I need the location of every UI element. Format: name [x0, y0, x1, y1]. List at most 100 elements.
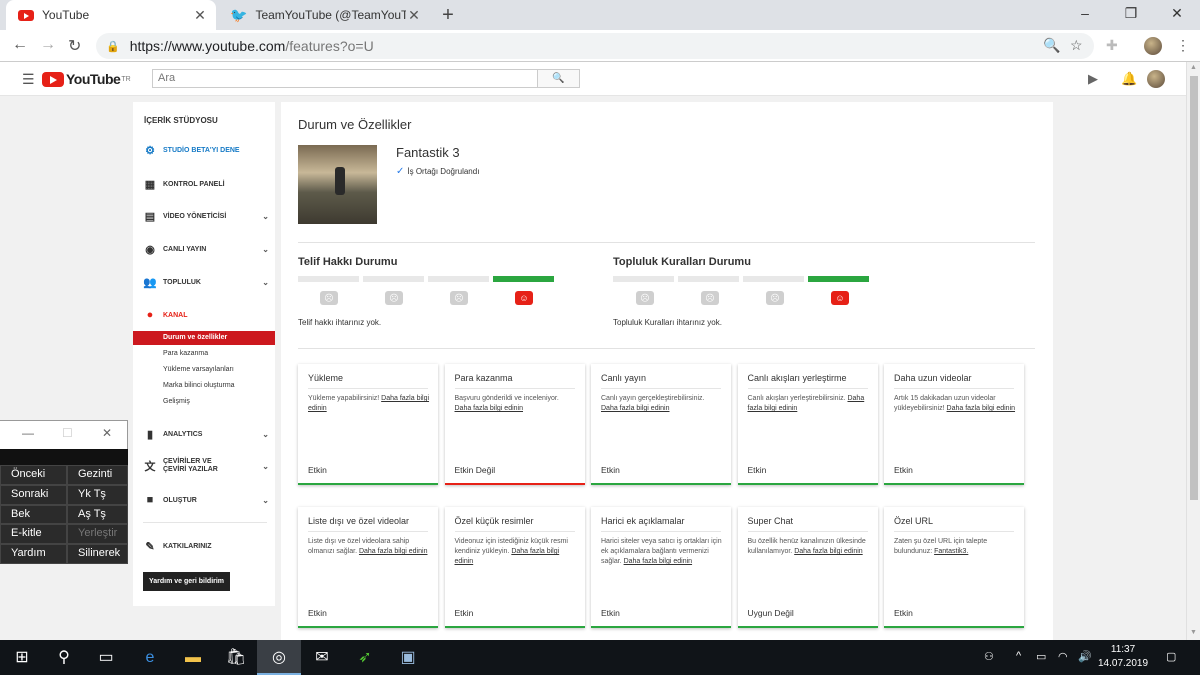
sidebar-item-contributions[interactable]: ✎ KATKILARINIZ	[143, 540, 269, 553]
command-button[interactable]: Gezinti	[67, 465, 128, 485]
sidebar-item-live[interactable]: ◉ CANLI YAYIN ⌄	[143, 243, 269, 256]
command-button[interactable]: Bek	[0, 504, 67, 525]
close-icon[interactable]: ✕	[102, 426, 112, 440]
windows-start-icon[interactable]: ⊞	[0, 640, 44, 675]
minimize-icon[interactable]: –	[1062, 0, 1108, 30]
reload-icon[interactable]: ↻	[68, 36, 81, 56]
browser-toolbar: ← → ↻ 🔒 https://www.youtube.com/features…	[0, 30, 1200, 62]
sidebar-sub-upload-defaults[interactable]: Yükleme varsayılanları	[133, 363, 275, 377]
command-button[interactable]: Aş Tş	[67, 504, 128, 525]
happy-face-icon: ☺	[831, 291, 849, 305]
scrollbar-thumb[interactable]	[1190, 76, 1198, 500]
sidebar-item-community[interactable]: 👥 TOPLULUK ⌄	[143, 276, 269, 289]
profile-avatar[interactable]	[1144, 37, 1162, 55]
page-scrollbar[interactable]: ▲ ▼	[1186, 62, 1200, 640]
bookmark-star-icon[interactable]: ☆	[1070, 37, 1083, 54]
command-button[interactable]: Önceki	[0, 465, 67, 485]
address-bar[interactable]: 🔒 https://www.youtube.com/features?o=U	[96, 33, 1094, 59]
divider	[298, 348, 1035, 349]
learn-more-link[interactable]: Daha fazla bilgi edinin	[601, 405, 670, 412]
channel-thumbnail[interactable]	[298, 145, 377, 224]
desktop-app-icon[interactable]: ▣	[386, 640, 430, 675]
search-button[interactable]: 🔍	[537, 69, 580, 88]
hamburger-menu-icon[interactable]: ☰	[22, 71, 35, 88]
command-button[interactable]: E-kitle	[0, 524, 67, 545]
maximize-icon[interactable]: ☐	[62, 426, 73, 440]
command-button[interactable]: Sonraki	[0, 484, 67, 505]
card-status: Etkin	[601, 465, 620, 475]
card-title: Yükleme	[308, 373, 344, 383]
tab-close-icon[interactable]: ✕	[406, 7, 422, 24]
help-feedback-button[interactable]: Yardım ve geri bildirim	[143, 572, 230, 591]
back-icon[interactable]: ←	[12, 36, 28, 54]
browser-tab-youtube[interactable]: YouTube ✕	[6, 0, 216, 30]
sidebar-sub-branding[interactable]: Marka bilinci oluşturma	[133, 379, 275, 393]
search-icon[interactable]: ⚲	[42, 640, 86, 675]
learn-more-link[interactable]: Daha fazla bilgi edinin	[624, 558, 693, 565]
sidebar-item-translations[interactable]: 文 ÇEVİRİLER VE ÇEVİRİ YAZILAR ⌄	[143, 458, 270, 474]
notifications-icon[interactable]: ▢	[1166, 650, 1176, 663]
learn-more-link[interactable]: Daha fazla bilgi edinin	[359, 548, 428, 555]
forward-icon[interactable]: →	[40, 36, 56, 54]
sidebar-item-studio-beta[interactable]: ⚙ STUDİO BETA'YI DENE	[143, 144, 269, 157]
mail-icon[interactable]: ✉	[300, 640, 344, 675]
system-clock[interactable]: 11:37 14.07.2019	[1098, 643, 1148, 671]
sidebar-sub-status[interactable]: Durum ve özellikler	[133, 331, 275, 345]
sidebar-item-channel[interactable]: ● KANAL	[143, 309, 269, 321]
sidebar-item-video-manager[interactable]: ▤ VİDEO YÖNETİCİSİ ⌄	[143, 210, 269, 223]
sidebar-item-dashboard[interactable]: ▦ KONTROL PANELİ	[143, 178, 269, 191]
sidebar-sub-monetization[interactable]: Para kazanma	[133, 347, 275, 361]
notifications-bell-icon[interactable]: 🔔	[1121, 71, 1137, 87]
new-tab-button[interactable]: +	[438, 4, 458, 27]
close-window-icon[interactable]: ✕	[1154, 0, 1200, 30]
command-button[interactable]: Silinerek	[67, 544, 128, 564]
task-view-icon[interactable]: ▭	[84, 640, 128, 675]
copyright-note: Telif hakkı ihtarınız yok.	[298, 318, 382, 327]
copyright-faces: ☹ ☹ ☹ ☺	[320, 291, 580, 305]
learn-more-link[interactable]: Daha fazla bilgi edinin	[794, 548, 863, 555]
search-input[interactable]: Ara	[152, 69, 538, 88]
sidebar-item-analytics[interactable]: ▮ ANALYTICS ⌄	[143, 428, 269, 441]
card-status: Etkin	[894, 608, 913, 618]
upload-video-icon[interactable]: ▶	[1088, 71, 1098, 87]
menu-dots-icon[interactable]: ⋮	[1176, 37, 1190, 54]
scroll-up-icon[interactable]: ▲	[1190, 64, 1197, 71]
dashboard-icon: ▦	[144, 179, 156, 191]
chevron-down-icon: ⌄	[262, 212, 269, 221]
chrome-icon[interactable]: ◎	[257, 640, 301, 675]
sidebar-item-create[interactable]: ■ OLUŞTUR ⌄	[143, 494, 269, 506]
sad-face-icon: ☹	[636, 291, 654, 305]
zoom-icon[interactable]: 🔍	[1043, 37, 1060, 54]
tab-title: TeamYouTube (@TeamYouTube) |	[255, 8, 406, 22]
learn-more-link[interactable]: Daha fazla bilgi edinin	[947, 405, 1016, 412]
store-icon[interactable]: 🛍	[214, 640, 258, 675]
sidebar-sub-advanced[interactable]: Gelişmiş	[133, 395, 275, 409]
sad-face-icon: ☹	[701, 291, 719, 305]
logo-text: YouTube	[66, 71, 121, 87]
card-title: Liste dışı ve özel videolar	[308, 516, 410, 526]
command-button[interactable]: Yardım	[0, 544, 67, 564]
tab-close-icon[interactable]: ✕	[192, 7, 208, 24]
chevron-up-icon[interactable]: ^	[1016, 650, 1021, 662]
file-explorer-icon[interactable]: ▬	[171, 640, 215, 675]
restore-icon[interactable]: ❐	[1108, 0, 1154, 30]
scroll-down-icon[interactable]: ▼	[1190, 629, 1197, 636]
page-title: Durum ve Özellikler	[298, 117, 412, 132]
volume-icon[interactable]: 🔊	[1078, 650, 1092, 663]
sad-face-icon: ☹	[766, 291, 784, 305]
battery-icon[interactable]: ▭	[1036, 650, 1046, 663]
youtube-logo[interactable]: YouTube TR	[42, 71, 131, 87]
app-icon[interactable]: ➶	[343, 640, 387, 675]
wifi-icon[interactable]: ◠	[1058, 650, 1068, 663]
tab-title: YouTube	[42, 8, 90, 22]
people-icon[interactable]: ⚇	[984, 650, 994, 663]
learn-more-link[interactable]: Fantastik3.	[934, 548, 968, 555]
learn-more-link[interactable]: Daha fazla bilgi edinin	[455, 405, 524, 412]
command-button[interactable]: Yk Tş	[67, 484, 128, 505]
minimize-icon[interactable]: —	[22, 426, 34, 440]
account-avatar[interactable]	[1147, 70, 1165, 88]
browser-tab-twitter[interactable]: 🐦 TeamYouTube (@TeamYouTube) | ✕	[218, 0, 430, 30]
command-button[interactable]: Yerleştir	[67, 524, 128, 545]
edge-browser-icon[interactable]: e	[128, 640, 172, 675]
extension-icon[interactable]: ✚	[1106, 37, 1118, 54]
